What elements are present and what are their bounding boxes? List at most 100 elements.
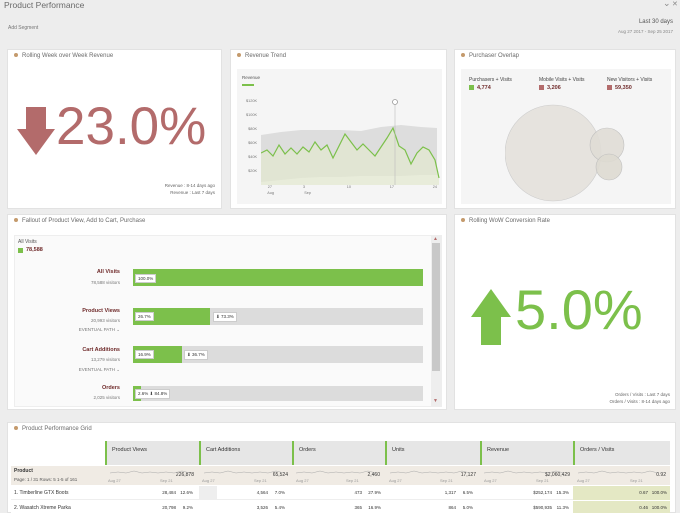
x-month: Aug [267, 191, 274, 195]
step-name[interactable]: All Visits [48, 269, 120, 275]
fallout-all-value: 78,588 [26, 247, 43, 253]
spark-end: Sep 21 [346, 478, 359, 483]
row-product-name[interactable]: 1. Timberline GTX Boots [14, 490, 68, 496]
set-2-swatch [539, 85, 544, 90]
kpi-value: 5.0% [515, 278, 643, 341]
cell-value: 3,526 [256, 505, 268, 510]
cell-value: 4,564 [256, 490, 268, 495]
date-range-label[interactable]: Last 30 days [639, 19, 673, 25]
eventual-path-toggle[interactable]: EVENTUAL PATH ⌄ [48, 327, 120, 333]
panel-rolling-wow-revenue: Rolling Week over Week Revenue 23.0% Rev… [7, 49, 222, 209]
col-header[interactable]: Product Views [105, 441, 199, 465]
cell-pct: 9.2% [182, 505, 193, 510]
cell-pct: 27.9% [368, 490, 381, 495]
set-2-value: 3,206 [547, 85, 561, 91]
cell-value: 1,317 [444, 490, 456, 495]
step-visitors: 2,025 visitors [93, 395, 120, 400]
eventual-path-label: EVENTUAL PATH [78, 367, 115, 372]
col-header[interactable]: Cart Additions [199, 441, 292, 465]
step-visitors: 78,588 visitors [90, 280, 120, 285]
pagination[interactable]: Page: 1 / 31 Rows: 5 1-5 of 161 [14, 477, 77, 482]
kpi-notes: Revenue : 8-14 days ago Revenue : Last 7… [65, 182, 215, 196]
step-name[interactable]: Product Views [48, 308, 120, 314]
note-1: Revenue : 8-14 days ago [164, 183, 215, 188]
note-1: Orders / Visits : Last 7 days [615, 392, 670, 397]
arrow-up-icon [471, 289, 511, 345]
step-next-pct: ⬇ 73.3% [213, 312, 237, 322]
set-3-value: 59,350 [615, 85, 632, 91]
spark-end: Sep 21 [160, 478, 173, 483]
set-3-label: New Visitors + Visits [607, 77, 653, 83]
cell-pct: 5.0% [462, 505, 473, 510]
col-header[interactable]: Units [385, 441, 480, 465]
scroll-down-icon[interactable]: ▼ [433, 398, 438, 404]
fallout-swatch [18, 248, 23, 253]
scrollbar-thumb[interactable] [432, 243, 440, 371]
step-visitors: 20,993 visitors [90, 318, 120, 323]
cell-value: $252,174 [533, 490, 552, 495]
col-header[interactable]: Orders [292, 441, 385, 465]
y-tick: $120K [246, 99, 257, 103]
x-tick: 17 [389, 185, 394, 189]
set-1-label: Purchasers + Visits [469, 77, 512, 83]
cell-pct: 100.0% [651, 505, 667, 510]
panel-revenue-trend: Revenue Trend Revenue $120K $100K $80K $… [230, 49, 447, 209]
next-pct-value: 36.7% [192, 352, 205, 357]
add-segment-button[interactable]: Add Segment [8, 25, 38, 31]
kpi-notes: Orders / Visits : Last 7 days Orders / V… [510, 391, 670, 405]
spark-start: Aug 27 [577, 478, 590, 483]
cell-value: 473 [354, 490, 362, 495]
cell-value: 20,798 [162, 505, 176, 510]
cell-value: 0.67 [639, 490, 648, 495]
panel-title: Revenue Trend [237, 53, 286, 59]
chevron-down-icon[interactable]: ⌄ [663, 0, 671, 9]
spark-start: Aug 27 [296, 478, 309, 483]
y-tick: $20K [248, 169, 257, 173]
revenue-trend-line [261, 99, 440, 185]
spark-start: Aug 27 [108, 478, 121, 483]
col-header[interactable]: Orders / Visits [573, 441, 670, 465]
y-tick: $40K [248, 155, 257, 159]
cell-value: 365 [354, 505, 362, 510]
fallout-all-label: All Visits [18, 239, 37, 245]
spark-start: Aug 27 [202, 478, 215, 483]
x-tick: 24 [432, 185, 437, 189]
step-next-pct: ⬇ 36.7% [184, 350, 208, 360]
cell-pct: 11.3% [556, 505, 569, 510]
close-icon[interactable]: ✕ [672, 0, 678, 8]
next-pct-value: 73.3% [221, 314, 234, 319]
panel-title: Purchaser Overlap [461, 53, 519, 59]
eventual-path-toggle[interactable]: EVENTUAL PATH ⌄ [48, 367, 120, 373]
step-pct-value: 2.6% [138, 391, 149, 396]
panel-title: Product Performance Grid [14, 426, 92, 432]
panel-fallout: Fallout of Product View, Add to Cart, Pu… [7, 214, 447, 410]
dimension-label: Product [14, 468, 33, 474]
cell-pct: 7.0% [274, 490, 285, 495]
spark-end: Sep 21 [630, 478, 643, 483]
row-product-name[interactable]: 2. Wasatch Xtreme Parka [14, 505, 71, 511]
col-header[interactable]: Revenue [480, 441, 573, 465]
panel-rolling-wow-conversion: Rolling WoW Conversion Rate 5.0% Orders … [454, 214, 676, 410]
cell-value: 864 [448, 505, 456, 510]
note-2: Orders / Visits : 8-14 days ago [609, 399, 670, 404]
cell-value: 28,484 [162, 490, 176, 495]
date-range-sub: Aug 27 2017 - Sep 25 2017 [617, 29, 673, 34]
step-bar[interactable] [133, 269, 423, 286]
arrow-down-icon [17, 107, 55, 155]
spark-start: Aug 27 [484, 478, 497, 483]
set-1-value: 4,774 [477, 85, 491, 91]
panel-purchaser-overlap: Purchaser Overlap Purchasers + Visits 4,… [454, 49, 676, 209]
cell-pct: 100.0% [651, 490, 667, 495]
panel-title: Fallout of Product View, Add to Cart, Pu… [14, 218, 145, 224]
step-name[interactable]: Orders [48, 385, 120, 391]
x-tick: 3 [302, 185, 305, 189]
spark-end: Sep 21 [254, 478, 267, 483]
scroll-up-icon[interactable]: ▲ [433, 236, 438, 242]
y-tick: $100K [246, 113, 257, 117]
set-1-swatch [469, 85, 474, 90]
legend-label: Revenue [242, 75, 261, 80]
legend-swatch [242, 84, 254, 86]
step-pct: 100.0% [135, 274, 157, 283]
eventual-path-label: EVENTUAL PATH [78, 327, 115, 332]
step-name[interactable]: Cart Additions [48, 347, 120, 353]
